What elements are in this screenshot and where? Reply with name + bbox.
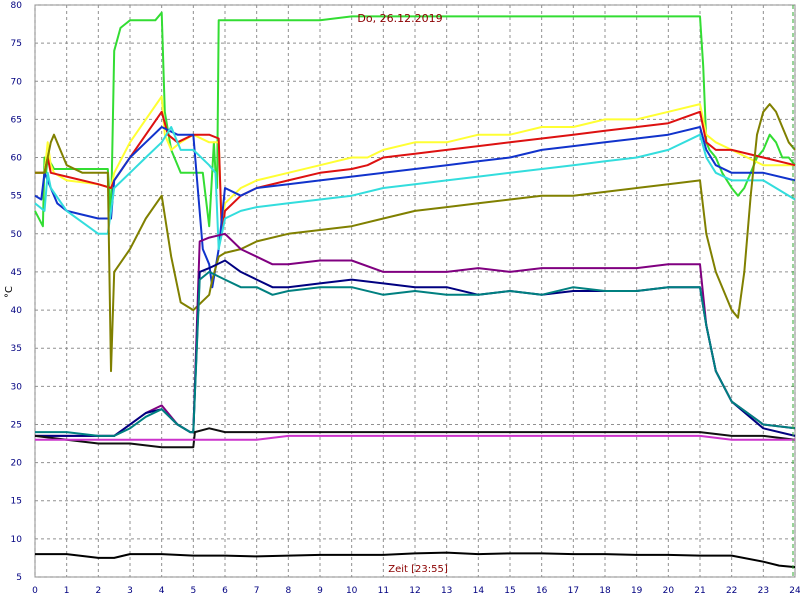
x-tick-label: 13 [441,586,452,596]
x-tick-label: 24 [789,586,800,596]
x-tick-label: 10 [346,586,358,596]
x-tick-label: 20 [663,586,675,596]
y-tick-label: 65 [11,115,22,125]
x-tick-label: 12 [409,586,420,596]
x-tick-label: 11 [378,586,389,596]
y-tick-label: 10 [11,535,23,545]
y-tick-label: 55 [11,192,22,202]
x-tick-label: 4 [159,586,165,596]
x-tick-label: 14 [473,586,485,596]
x-tick-label: 22 [726,586,737,596]
x-tick-label: 7 [254,586,260,596]
y-tick-label: 15 [11,497,22,507]
y-tick-label: 40 [11,306,23,316]
x-tick-label: 8 [285,586,291,596]
y-tick-label: 50 [11,230,23,240]
y-tick-label: 35 [11,344,22,354]
y-tick-label: 75 [11,39,22,49]
x-tick-label: 6 [222,586,228,596]
chart: 0 1 2 3 4 5 6 7 8 9 10 11 12 13 14 15 16 17 18 19 20 21 22 23 24… [0,0,800,600]
y-axis-label: °C [4,286,15,298]
x-tick-label: 1 [64,586,70,596]
x-tick-label: 15 [504,586,515,596]
y-tick-label: 30 [11,382,23,392]
x-tick-label: 2 [95,586,101,596]
y-tick-label: 80 [11,1,23,11]
x-axis-label: Zeit [23:55] [388,564,448,575]
y-tick-label: 25 [11,420,22,430]
y-tick-label: 70 [11,77,23,87]
x-tick-label: 3 [127,586,133,596]
x-tick-label: 18 [599,586,611,596]
y-tick-label: 60 [11,154,23,164]
x-tick-label: 16 [536,586,548,596]
x-tick-label: 0 [32,586,38,596]
x-tick-label: 17 [568,586,579,596]
y-tick-label: 20 [11,459,23,469]
y-tick-label: 45 [11,268,22,278]
chart-svg: 0 1 2 3 4 5 6 7 8 9 10 11 12 13 14 15 16 17 18 19 20 21 22 23 24… [4,1,800,596]
y-tick-label: 5 [16,573,22,583]
x-tick-label: 9 [317,586,323,596]
chart-title: Do, 26.12.2019 [357,12,442,25]
x-tick-label: 5 [190,586,196,596]
x-tick-label: 19 [631,586,643,596]
x-tick-label: 21 [694,586,705,596]
x-tick-label: 23 [758,586,769,596]
